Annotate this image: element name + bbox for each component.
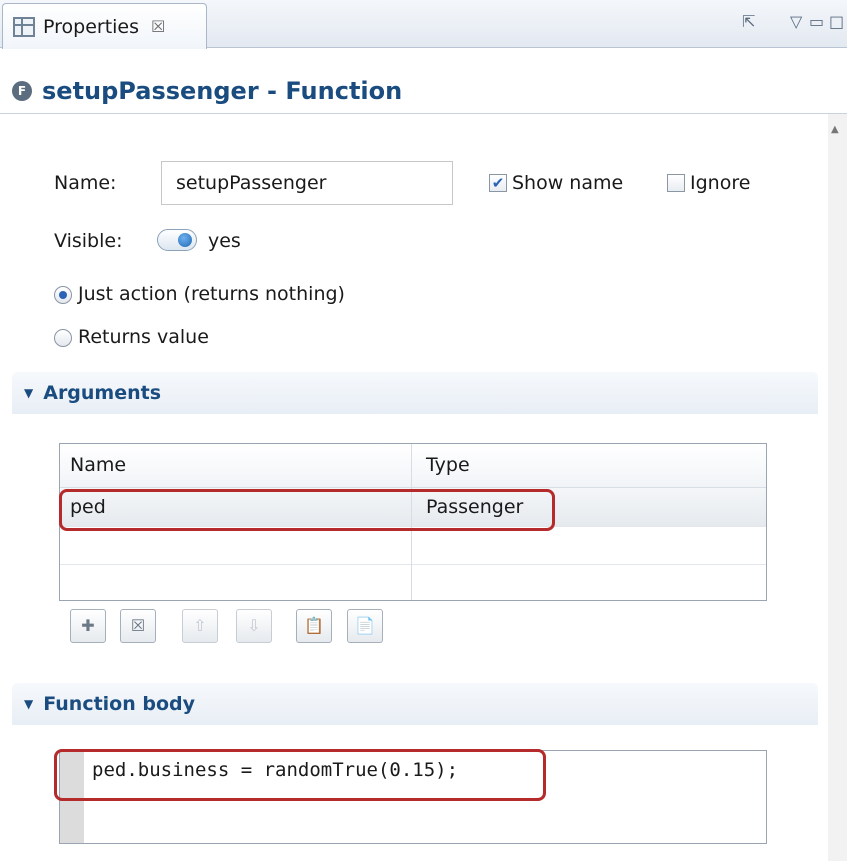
vertical-scrollbar[interactable]: ▲ <box>828 114 847 861</box>
view-tab-bar: Properties ☒ ⇱ ▽ ▭ □ <box>0 0 847 49</box>
page-title: setupPassenger - Function <box>42 76 403 105</box>
table-row[interactable] <box>60 564 766 602</box>
arguments-label: Arguments <box>43 382 162 404</box>
maximize-icon[interactable]: □ <box>829 12 844 31</box>
view-menu-icon[interactable]: ▽ <box>790 12 802 31</box>
collapse-icon[interactable]: ▼ <box>24 697 33 711</box>
name-label: Name: <box>54 172 117 194</box>
function-body-section-header[interactable]: ▼ Function body <box>12 683 818 725</box>
properties-icon <box>13 16 35 37</box>
arguments-section-header[interactable]: ▼ Arguments <box>12 372 818 414</box>
collapse-icon[interactable]: ▼ <box>24 386 33 400</box>
function-icon: F <box>12 80 32 101</box>
column-header-name[interactable]: Name <box>70 454 126 476</box>
pin-icon[interactable]: ⇱ <box>742 12 755 31</box>
ignore-label: Ignore <box>690 172 751 194</box>
move-down-button[interactable]: ⇩ <box>236 609 272 643</box>
remove-argument-button[interactable]: ☒ <box>120 609 156 643</box>
minimize-icon[interactable]: ▭ <box>809 12 824 31</box>
function-body-label: Function body <box>43 693 196 715</box>
name-field[interactable]: setupPassenger <box>161 161 453 205</box>
radio-just-action[interactable] <box>54 286 72 304</box>
show-name-checkbox[interactable]: ✔ <box>489 174 507 192</box>
table-row[interactable] <box>60 526 766 564</box>
highlight-argument-row <box>59 489 555 531</box>
tab-properties[interactable]: Properties ☒ <box>2 3 207 49</box>
visible-toggle[interactable] <box>157 229 197 251</box>
visible-label: Visible: <box>54 230 123 252</box>
column-header-type[interactable]: Type <box>426 454 470 476</box>
copy-button[interactable]: 📄 <box>347 609 383 643</box>
scroll-up-icon[interactable]: ▲ <box>831 124 839 135</box>
radio-returns-value-label: Returns value <box>78 326 209 348</box>
paste-button[interactable]: 📋 <box>296 609 332 643</box>
close-icon[interactable]: ☒ <box>151 17 165 36</box>
copy-icon: 📄 <box>355 618 375 635</box>
tab-label: Properties <box>43 15 140 38</box>
properties-header: F setupPassenger - Function <box>0 68 847 114</box>
table-header: Name Type <box>60 444 766 488</box>
highlight-code-line <box>54 749 546 801</box>
arrow-down-icon: ⇩ <box>247 618 261 635</box>
name-value: setupPassenger <box>176 172 327 194</box>
radio-returns-value[interactable] <box>54 329 72 347</box>
toggle-knob <box>178 233 192 247</box>
ignore-checkbox[interactable] <box>667 174 685 192</box>
move-up-button[interactable]: ⇧ <box>182 609 218 643</box>
arrow-up-icon: ⇧ <box>193 618 207 635</box>
delete-icon: ☒ <box>130 618 146 635</box>
visible-value: yes <box>208 230 241 252</box>
plus-icon: ✚ <box>81 618 95 635</box>
add-argument-button[interactable]: ✚ <box>70 609 106 643</box>
show-name-label: Show name <box>512 172 624 194</box>
radio-just-action-label: Just action (returns nothing) <box>78 283 345 305</box>
paste-icon: 📋 <box>304 618 324 635</box>
